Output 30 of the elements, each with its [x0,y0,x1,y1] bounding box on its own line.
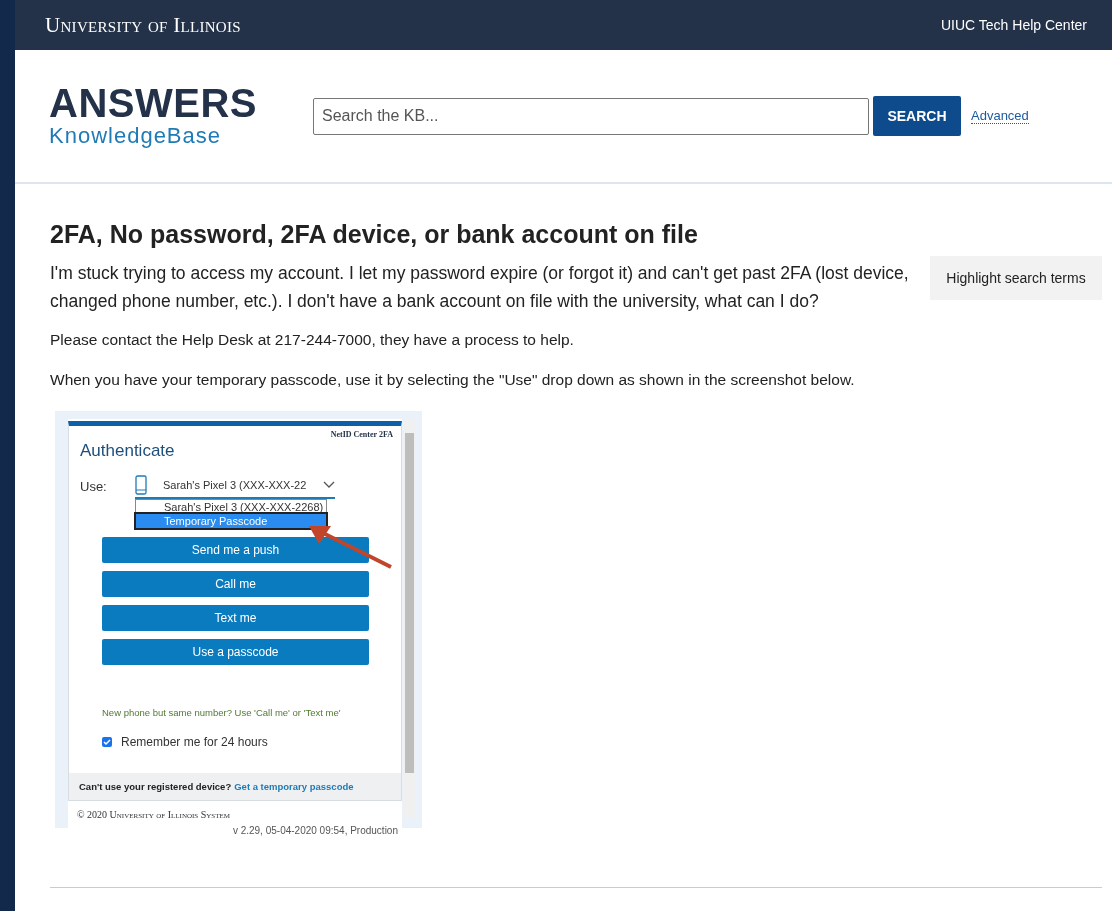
article-summary: I'm stuck trying to access my account. I let my password expire (or forgot it) and can't get past 2FA (lost device, changed phone number, etc.). I don't have a bank account on file with the university, what can I do? [50,262,910,313]
hint-text: New phone but same number? Use 'Call me' or 'Text me' [102,707,342,718]
use-label: Use: [80,478,108,494]
paragraph: Please contact the Help Desk at 217-244-7000, they have a process to help. [50,331,575,349]
netid-brand: NetID Center 2FA [330,430,393,439]
scrollbar[interactable] [403,419,416,817]
article-title: 2FA, No password, 2FA device, or bank account on file [50,220,699,249]
university-wordmark: University of Illinois [45,12,241,38]
advanced-link[interactable]: Advanced [971,108,1029,124]
search-field[interactable]: Search the KB... [313,97,869,135]
phone-icon [135,475,147,495]
auth-option-button[interactable]: Use a passcode [102,639,369,665]
auth-option-button[interactable]: Text me [102,605,369,631]
temporary-passcode-link[interactable]: Get a temporary passcode [234,781,354,792]
authenticate-heading: Authenticate [80,441,176,461]
paragraph: When you have your temporary passcode, use it by selecting the "Use" drop down as shown in the screenshot below. [50,371,856,389]
footer-question: Can't use your registered device? [79,781,232,792]
help-center-link[interactable]: UIUC Tech Help Center [940,17,1087,33]
remember-checkbox[interactable] [102,737,112,747]
remember-label: Remember me for 24 hours [121,735,268,749]
dropdown-option[interactable]: Sarah's Pixel 3 (XXX-XXX-2268) [136,500,327,514]
logo-title: ANSWERS [49,83,258,123]
auth-option-button[interactable]: Call me [102,571,369,597]
copyright-text: © 2020 University of Illinois System [77,809,232,820]
search-button[interactable]: SEARCH [873,96,961,136]
logo-subtitle: KnowledgeBase [49,123,222,149]
auth-option-button[interactable]: Send me a push [102,537,369,563]
version-text: v 2.29, 05-04-2020 09:54, Production [232,825,398,836]
highlight-button[interactable]: Highlight search terms [930,256,1102,300]
chevron-icon [323,481,335,489]
